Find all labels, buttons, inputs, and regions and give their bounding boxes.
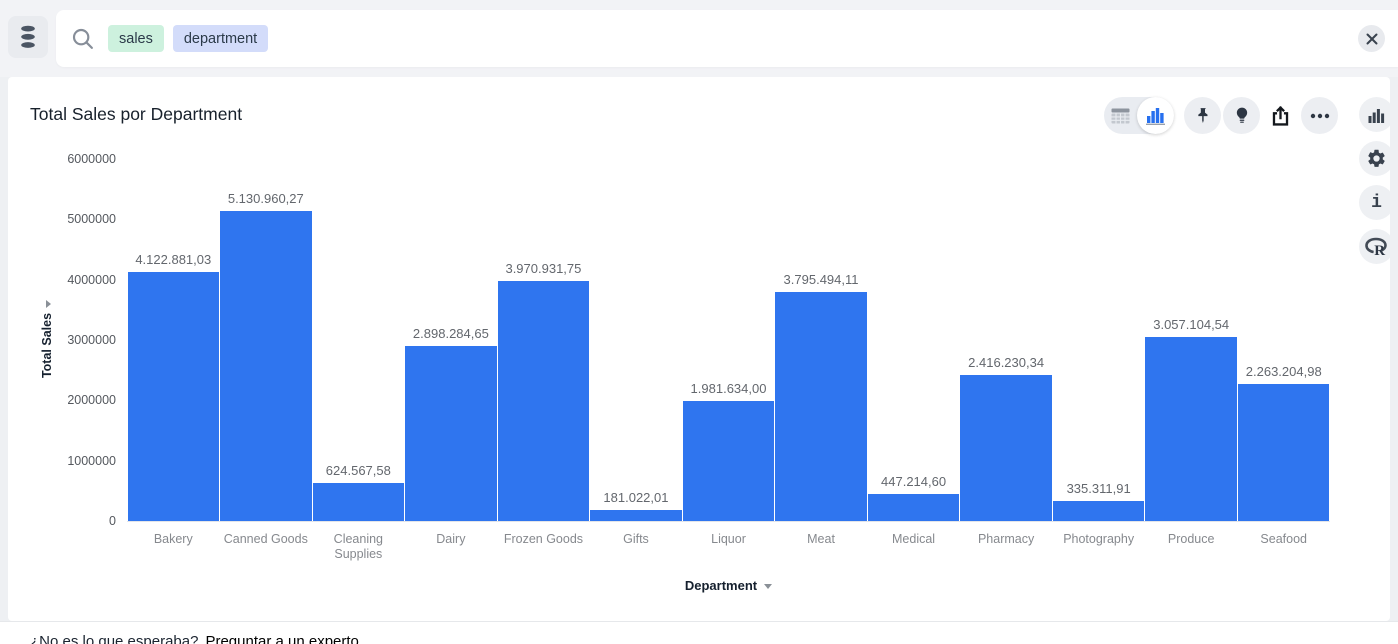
- y-axis-ticks: 0100000020000003000000400000050000006000…: [28, 160, 116, 522]
- search-bar[interactable]: sales department: [56, 10, 1398, 67]
- bar-medical[interactable]: [868, 494, 960, 521]
- x-category-label: Frozen Goods: [498, 532, 588, 547]
- clear-search-button[interactable]: [1358, 25, 1385, 52]
- x-category-label: Pharmacy: [961, 532, 1051, 547]
- y-tick-label: 4000000: [67, 273, 116, 287]
- x-category-label: Medical: [869, 532, 959, 547]
- chart-type-button[interactable]: [1359, 97, 1394, 132]
- chart-view-icon: [1146, 107, 1166, 125]
- insight-bulb-icon: [1232, 105, 1252, 126]
- y-tick-label: 2000000: [67, 393, 116, 407]
- chart-type-icon: [1368, 107, 1385, 123]
- x-category-label: Photography: [1054, 532, 1144, 547]
- bar-cleaning-supplies[interactable]: [313, 483, 405, 521]
- share-button[interactable]: [1262, 97, 1299, 134]
- more-options-button[interactable]: [1301, 97, 1338, 134]
- answer-toolbar: [1104, 97, 1338, 134]
- bar-dairy[interactable]: [405, 346, 497, 521]
- bar-liquor[interactable]: [683, 401, 775, 521]
- footer-bar: ¿No es lo que esperaba? Preguntar a un e…: [0, 621, 1398, 644]
- x-category-label: Gifts: [591, 532, 681, 547]
- x-axis-title[interactable]: Department: [127, 578, 1330, 593]
- x-category-label: Dairy: [406, 532, 496, 547]
- y-tick-label: 5000000: [67, 212, 116, 226]
- info-icon: i: [1371, 193, 1382, 213]
- top-bar: sales department: [0, 0, 1398, 77]
- footer-question: ¿No es lo que esperaba?: [30, 633, 198, 644]
- bar-value-label: 5.130.960,27: [191, 191, 341, 206]
- answer-card: Total Sales por Department: [8, 77, 1390, 621]
- bar-bakery[interactable]: [128, 272, 220, 521]
- pin-icon: [1193, 106, 1213, 126]
- ask-expert-link[interactable]: Preguntar a un experto: [205, 633, 358, 644]
- x-category-label: Produce: [1146, 532, 1236, 547]
- bar-seafood[interactable]: [1238, 384, 1330, 521]
- r-analysis-button[interactable]: R: [1359, 229, 1394, 264]
- y-tick-label: 1000000: [67, 454, 116, 468]
- plot-area: 4.122.881,035.130.960,27624.567,582.898.…: [127, 160, 1330, 522]
- y-tick-label: 0: [109, 514, 116, 528]
- search-token-department[interactable]: department: [173, 25, 268, 52]
- info-button[interactable]: i: [1359, 185, 1394, 220]
- database-icon: [16, 24, 40, 50]
- x-category-label: Bakery: [128, 532, 218, 547]
- close-icon: [1366, 33, 1378, 45]
- data-source-button[interactable]: [8, 16, 48, 58]
- config-rail: i R: [1359, 97, 1394, 264]
- view-toggle: [1104, 97, 1174, 134]
- bar-pharmacy[interactable]: [960, 375, 1052, 521]
- answer-title: Total Sales por Department: [30, 104, 242, 125]
- bar-photography[interactable]: [1053, 501, 1145, 521]
- more-options-icon: [1310, 113, 1330, 119]
- chevron-down-icon: [764, 584, 772, 589]
- chart-view-button[interactable]: [1137, 97, 1174, 134]
- bar-frozen-goods[interactable]: [498, 281, 590, 521]
- pin-button[interactable]: [1184, 97, 1221, 134]
- x-category-label: Seafood: [1239, 532, 1329, 547]
- search-token-sales[interactable]: sales: [108, 25, 164, 52]
- settings-gear-icon: [1366, 148, 1387, 169]
- x-axis-title-label: Department: [685, 578, 757, 593]
- bar-value-label: 3.970.931,75: [468, 261, 618, 276]
- y-tick-label: 6000000: [67, 152, 116, 166]
- x-axis-category-labels: BakeryCanned GoodsCleaning SuppliesDairy…: [127, 532, 1330, 566]
- svg-text:R: R: [1374, 243, 1385, 257]
- r-script-icon: R: [1365, 237, 1389, 257]
- x-category-label: Meat: [776, 532, 866, 547]
- bar-gifts[interactable]: [590, 510, 682, 521]
- bar-value-label: 3.795.494,11: [746, 272, 896, 287]
- bar-value-label: 3.057.104,54: [1116, 317, 1266, 332]
- search-icon: [70, 26, 96, 52]
- x-category-label: Canned Goods: [221, 532, 311, 547]
- y-tick-label: 3000000: [67, 333, 116, 347]
- table-view-icon: [1111, 108, 1130, 124]
- share-icon: [1269, 104, 1292, 128]
- x-category-label: Cleaning Supplies: [313, 532, 403, 562]
- insight-button[interactable]: [1223, 97, 1260, 134]
- bar-value-label: 2.416.230,34: [931, 355, 1081, 370]
- bar-value-label: 2.263.204,98: [1209, 364, 1359, 379]
- search-tokens: sales department: [108, 25, 268, 52]
- settings-button[interactable]: [1359, 141, 1394, 176]
- table-view-button[interactable]: [1104, 108, 1137, 124]
- x-category-label: Liquor: [684, 532, 774, 547]
